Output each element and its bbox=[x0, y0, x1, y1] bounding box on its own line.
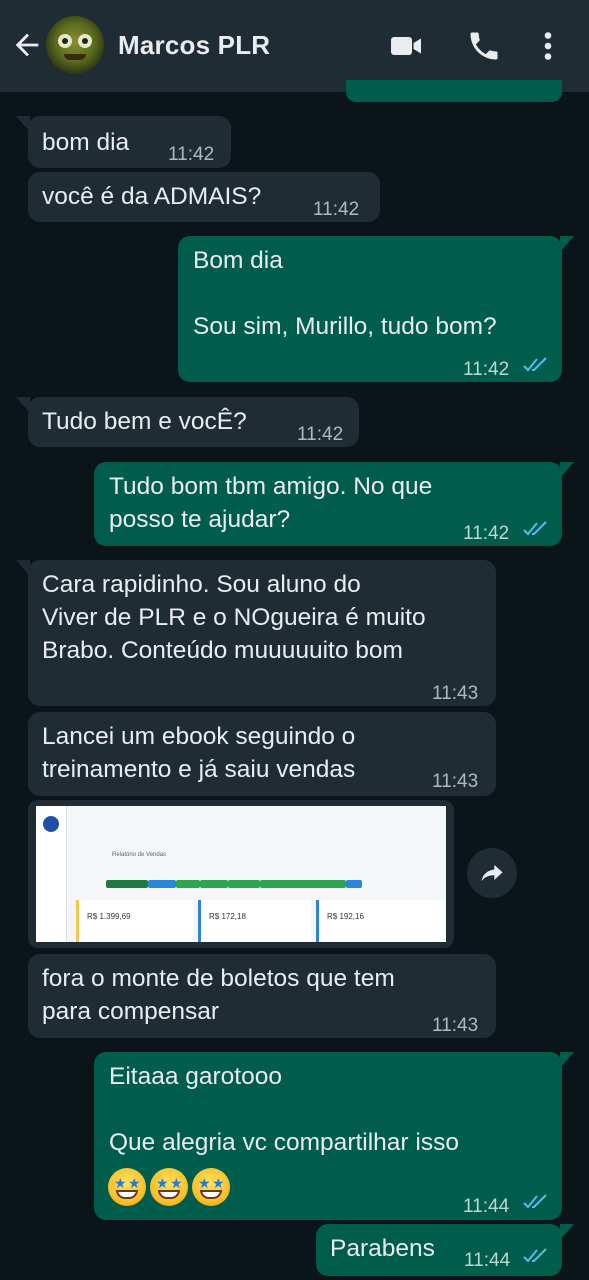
message-time: 11:43 bbox=[432, 1015, 479, 1036]
emoji-row: ★ ★ ★ ★ ★ ★ bbox=[108, 1168, 230, 1206]
message-time: 11:44 bbox=[464, 1250, 511, 1271]
report-card-value: R$ 172,18 bbox=[209, 912, 246, 921]
message-time: 11:42 bbox=[313, 199, 360, 220]
message-text: Tudo bem e vocÊ? bbox=[42, 408, 247, 435]
message-bubble-outgoing[interactable]: Bom dia Sou sim, Murillo, tudo bom? 11:4… bbox=[178, 236, 574, 382]
forward-icon bbox=[481, 864, 503, 882]
message-time: 11:42 bbox=[463, 359, 510, 380]
chat-header: Marcos PLR bbox=[0, 0, 589, 92]
message-text: você é da ADMAIS? bbox=[42, 183, 262, 210]
message-time: 11:43 bbox=[432, 683, 479, 704]
report-filter-chip bbox=[228, 880, 260, 888]
message-bubble-incoming[interactable]: fora o monte de boletos que tem para com… bbox=[28, 954, 496, 1038]
message-text: Cara rapidinho. Sou aluno do Viver de PL… bbox=[42, 571, 426, 664]
contact-name[interactable]: Marcos PLR bbox=[118, 30, 270, 61]
star-struck-emoji: ★ ★ bbox=[192, 1168, 230, 1206]
message-text: Bom dia Sou sim, Murillo, tudo bom? bbox=[193, 247, 497, 340]
read-receipt-icon bbox=[523, 1248, 547, 1263]
message-bubble-outgoing[interactable]: Tudo bom tbm amigo. No que posso te ajud… bbox=[94, 462, 574, 546]
message-bubble-incoming[interactable]: Lancei um ebook seguindo o treinamento e… bbox=[28, 712, 496, 796]
message-bubble-incoming[interactable]: Cara rapidinho. Sou aluno do Viver de PL… bbox=[16, 560, 496, 706]
message-bubble-incoming[interactable]: bom dia 11:42 bbox=[16, 116, 231, 168]
report-card-value: R$ 1.399,69 bbox=[87, 912, 131, 921]
message-text: Eitaaa garotooo Que alegria vc compartil… bbox=[109, 1063, 459, 1156]
message-time: 11:42 bbox=[463, 523, 510, 544]
message-text: fora o monte de boletos que tem para com… bbox=[42, 965, 395, 1025]
message-time: 11:44 bbox=[463, 1196, 510, 1217]
message-time: 11:43 bbox=[382, 912, 429, 933]
report-sidebar bbox=[36, 806, 67, 942]
report-filter-chip bbox=[260, 880, 300, 888]
report-filter-chip bbox=[106, 880, 148, 888]
message-bubble-outgoing[interactable]: Parabens 11:44 bbox=[316, 1224, 574, 1276]
forward-button[interactable] bbox=[467, 848, 517, 898]
report-title: Relatório de Vendas bbox=[112, 852, 167, 858]
read-receipt-icon bbox=[523, 1194, 547, 1209]
avatar[interactable] bbox=[46, 16, 104, 74]
read-receipt-icon bbox=[523, 357, 547, 372]
report-filter-chip bbox=[346, 880, 362, 888]
message-time: 11:42 bbox=[297, 424, 344, 445]
message-text: bom dia bbox=[42, 129, 130, 156]
video-camera-icon[interactable] bbox=[388, 28, 424, 64]
report-filter-chip bbox=[148, 880, 176, 888]
report-card: R$ 172,18 bbox=[198, 900, 311, 942]
message-bubble-outgoing[interactable]: Eitaaa garotooo Que alegria vc compartil… bbox=[94, 1052, 574, 1220]
star-struck-emoji: ★ ★ bbox=[108, 1168, 146, 1206]
more-vertical-icon[interactable] bbox=[536, 28, 560, 64]
report-filter-chip bbox=[298, 880, 346, 888]
read-receipt-icon bbox=[523, 521, 547, 536]
partial-message-bubble bbox=[346, 80, 562, 102]
report-filter-chip bbox=[200, 880, 228, 888]
message-text: Tudo bom tbm amigo. No que posso te ajud… bbox=[109, 473, 433, 533]
message-bubble-incoming[interactable]: Tudo bem e vocÊ? 11:42 bbox=[16, 397, 359, 447]
report-card-value: R$ 192,16 bbox=[327, 912, 364, 921]
phone-icon[interactable] bbox=[466, 28, 502, 64]
report-filter-chip bbox=[176, 880, 200, 888]
message-text: Parabens bbox=[330, 1235, 435, 1262]
app-logo-icon bbox=[43, 816, 59, 832]
star-struck-emoji: ★ ★ bbox=[150, 1168, 188, 1206]
arrow-left-icon[interactable] bbox=[10, 28, 44, 62]
message-bubble-incoming[interactable]: você é da ADMAIS? 11:42 bbox=[28, 172, 380, 222]
report-card: R$ 1.399,69 bbox=[76, 900, 193, 942]
message-text: Lancei um ebook seguindo o treinamento e… bbox=[42, 723, 356, 783]
message-time: 11:42 bbox=[168, 144, 215, 165]
message-time: 11:43 bbox=[432, 771, 479, 792]
